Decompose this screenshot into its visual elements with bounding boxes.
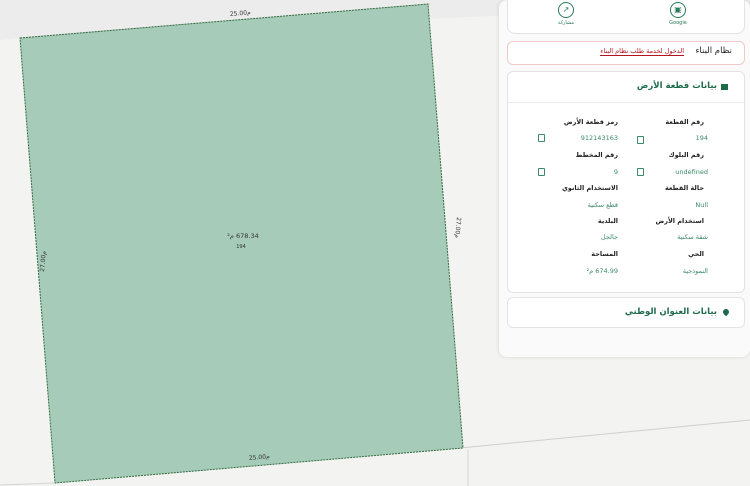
plan-value: 9 — [613, 168, 618, 176]
national-address-card[interactable]: بيانات العنوان الوطني — [507, 297, 745, 328]
building-system-row: نظام البناء الدخول لخدمة طلب نظام البناء — [507, 41, 745, 65]
parcel-code-value: 912143163 — [580, 134, 618, 142]
location-pin-icon — [721, 307, 731, 317]
copy-icon[interactable] — [637, 168, 644, 176]
parcel-no-value: 194 — [695, 134, 708, 142]
block-label: رقم البلوك — [668, 151, 704, 159]
copy-icon[interactable] — [538, 134, 545, 142]
area-label: المساحة — [591, 250, 618, 258]
land-use-value: شقة سكنية — [677, 233, 708, 241]
secondary-use-value: قطع سكنية — [587, 201, 618, 209]
map-icon — [721, 84, 728, 90]
share-button[interactable]: ↗ مشاركة — [546, 0, 586, 30]
national-address-title: بيانات العنوان الوطني — [624, 307, 717, 317]
secondary-use-label: الاستخدام الثانوي — [561, 184, 618, 192]
area-value: 674.99 م² — [586, 267, 618, 275]
municipality-value: جالجل — [600, 233, 618, 241]
google-label: Google — [669, 20, 687, 26]
status-value: Null — [695, 201, 708, 209]
road-edge-line — [459, 419, 750, 449]
land-use-label: استخدام الأرض — [655, 217, 704, 225]
copy-icon[interactable] — [637, 136, 644, 144]
parcel-code-label: رمز قطعة الأرض — [563, 118, 618, 126]
building-system-title: نظام البناء — [695, 46, 732, 56]
top-actions-card: ▣ Google ↗ مشاركة — [507, 0, 745, 34]
district-value: النموذجية — [682, 267, 708, 275]
land-data-card: بيانات قطعة الأرض رقم القطعة 194 رقم الب… — [507, 71, 745, 293]
land-data-title: بيانات قطعة الأرض — [636, 81, 717, 91]
block-value: undefined — [675, 168, 708, 176]
district-label: الحي — [688, 250, 704, 258]
share-label: مشاركة — [557, 20, 575, 26]
share-icon: ↗ — [558, 2, 574, 18]
copy-icon[interactable] — [538, 168, 545, 176]
parcel-no-label: رقم القطعة — [665, 118, 704, 126]
building-system-link[interactable]: الدخول لخدمة طلب نظام البناء — [600, 47, 684, 56]
status-label: حالة القطعة — [664, 184, 704, 192]
google-button[interactable]: ▣ Google — [658, 0, 698, 30]
land-data-header[interactable]: بيانات قطعة الأرض — [508, 72, 744, 103]
parcel-number-label: 194 — [236, 244, 246, 250]
plan-label: رقم المخطط — [575, 151, 618, 159]
municipality-label: البلدية — [597, 217, 618, 225]
road-edge-line — [0, 482, 56, 486]
dim-right-label: 27.00م — [453, 217, 462, 239]
parcel-area-label: 678.34 م² — [227, 232, 258, 240]
map-icon: ▣ — [670, 2, 686, 18]
